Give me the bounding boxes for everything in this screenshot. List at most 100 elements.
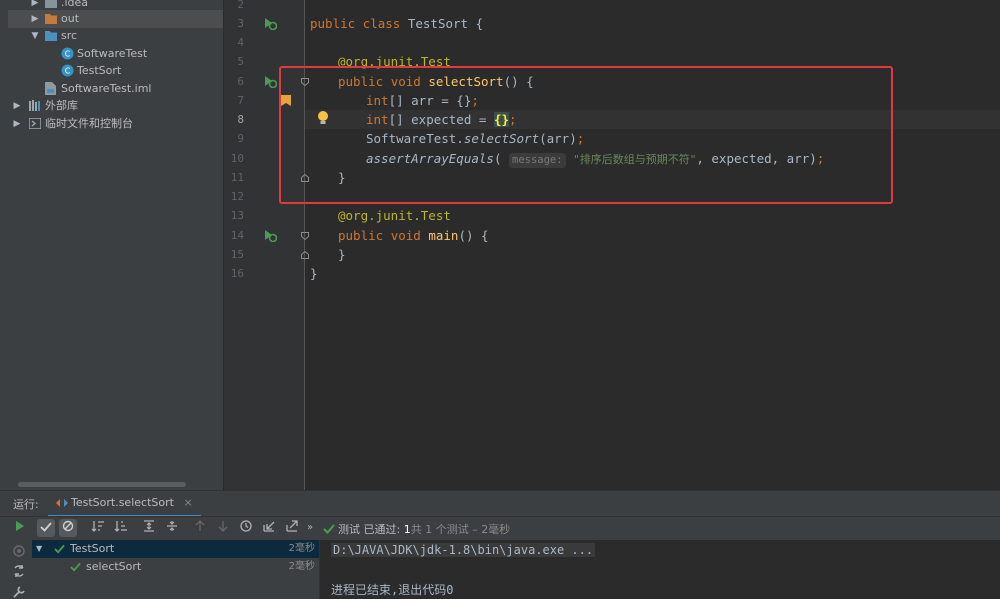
- run-test-icon[interactable]: [263, 16, 277, 30]
- line-number: 3: [237, 17, 244, 30]
- import-icon: [263, 521, 275, 532]
- svg-text:C: C: [65, 50, 71, 59]
- sort-alphabetically-button[interactable]: [89, 519, 107, 537]
- tree-item-iml[interactable]: SoftwareTest.iml: [8, 80, 223, 98]
- previous-failed-button[interactable]: [191, 519, 209, 537]
- line-number: 9: [237, 132, 244, 145]
- collapse-all-button[interactable]: [163, 519, 181, 537]
- module-file-icon: [45, 82, 56, 95]
- test-results-tree: ▼ TestSort 2毫秒 selectSort 2毫秒: [32, 540, 320, 599]
- console-command-line: D:\JAVA\JDK\jdk-1.8\bin\java.exe ...: [331, 543, 596, 557]
- import-tests-button[interactable]: [260, 519, 278, 537]
- show-passed-toggle[interactable]: [37, 519, 55, 537]
- expand-all-button[interactable]: [140, 519, 158, 537]
- run-tab[interactable]: TestSort.selectSort ×: [48, 491, 201, 517]
- java-class-icon: C: [61, 64, 74, 77]
- chevron-right-icon[interactable]: ▶: [12, 97, 22, 115]
- check-icon: [70, 562, 81, 572]
- console-output[interactable]: D:\JAVA\JDK\jdk-1.8\bin\java.exe ... 进程已…: [320, 540, 1000, 599]
- close-icon[interactable]: ×: [183, 496, 192, 509]
- check-icon: [40, 522, 52, 532]
- chevron-down-icon[interactable]: ▼: [36, 540, 42, 558]
- export-tests-button[interactable]: [283, 519, 301, 537]
- tree-item-scratches[interactable]: ▶ 临时文件和控制台: [8, 115, 223, 133]
- arrow-down-icon: [218, 521, 228, 532]
- svg-text:C: C: [65, 67, 71, 76]
- check-icon: [323, 524, 335, 534]
- wrench-icon[interactable]: [12, 585, 26, 599]
- tree-item-softwaretest[interactable]: C SoftwareTest: [8, 45, 223, 63]
- chevron-right-icon[interactable]: ▶: [12, 115, 22, 133]
- tree-item-testsort[interactable]: C TestSort: [8, 62, 223, 80]
- code-line-16: }: [310, 266, 318, 281]
- run-toolbar: » 测试 已通过: 1共 1 个测试 – 2毫秒: [0, 516, 1000, 539]
- chevron-down-icon[interactable]: ▼: [30, 27, 40, 45]
- tree-item-external-libraries[interactable]: ▶ 外部库: [8, 97, 223, 115]
- line-number: 11: [230, 171, 244, 184]
- folder-icon: [45, 14, 57, 24]
- run-test-icon[interactable]: [263, 228, 277, 242]
- line-number: 12: [230, 190, 244, 203]
- chevron-right-icon[interactable]: ▶: [30, 10, 40, 28]
- line-number: 2: [237, 0, 244, 11]
- play-icon: [16, 521, 24, 531]
- line-number: 5: [237, 55, 244, 68]
- history-button[interactable]: [237, 519, 255, 537]
- tree-item-src[interactable]: ▼ src: [8, 27, 223, 45]
- java-class-icon: C: [61, 47, 74, 60]
- library-icon: [29, 100, 40, 111]
- line-number: 13: [230, 209, 244, 222]
- check-icon: [54, 544, 65, 554]
- source-folder-icon: [45, 31, 57, 41]
- test-name: TestSort: [70, 542, 115, 555]
- tree-item-label: SoftwareTest.iml: [61, 82, 152, 95]
- run-tool-window: 运行: TestSort.selectSort × » 测试 已通过: 1共 1…: [0, 490, 1000, 599]
- tree-item-label: 外部库: [45, 99, 78, 112]
- tree-item-label: 临时文件和控制台: [45, 117, 133, 130]
- line-number: 10: [230, 152, 244, 165]
- line-number: 16: [230, 267, 244, 280]
- run-title: 运行:: [13, 498, 39, 511]
- run-header: 运行: TestSort.selectSort ×: [0, 491, 1000, 517]
- folder-icon: [45, 0, 57, 8]
- line-number: 6: [237, 75, 244, 88]
- more-actions-icon[interactable]: »: [304, 519, 316, 537]
- expand-all-icon: [144, 520, 154, 532]
- next-failed-button[interactable]: [214, 519, 232, 537]
- tree-item-out[interactable]: ▶ out: [8, 10, 223, 28]
- test-status-text: 测试 已通过: 1共 1 个测试 – 2毫秒: [338, 523, 511, 536]
- line-number: 15: [230, 248, 244, 261]
- camera-icon[interactable]: [12, 544, 26, 558]
- scratches-icon: [29, 118, 41, 129]
- clock-icon: [240, 520, 252, 532]
- tree-item-label: out: [61, 12, 80, 25]
- code-line-13: @org.junit.Test: [338, 208, 451, 223]
- line-number: 8: [237, 113, 244, 126]
- tree-item-label: src: [61, 29, 78, 42]
- sort-by-duration-button[interactable]: [112, 519, 130, 537]
- run-config-icon: [56, 499, 68, 507]
- fold-marker-icon[interactable]: [301, 232, 309, 240]
- console-exit-line: 进程已结束,退出代码0: [331, 583, 454, 597]
- run-test-icon[interactable]: [263, 74, 277, 88]
- tree-item-label: SoftwareTest: [77, 47, 148, 60]
- code-line-15: }: [338, 247, 346, 262]
- fold-marker-icon[interactable]: [301, 251, 309, 259]
- run-tab-label: TestSort.selectSort: [71, 496, 174, 509]
- rerun-cycle-icon[interactable]: [12, 564, 26, 578]
- rerun-button[interactable]: [11, 519, 29, 537]
- collapse-all-icon: [167, 521, 177, 531]
- run-side-toolbar: [0, 540, 30, 599]
- test-duration: 2毫秒: [288, 561, 315, 572]
- ignored-icon: [62, 520, 74, 532]
- test-name: selectSort: [86, 560, 142, 573]
- line-number: 14: [230, 229, 244, 242]
- line-number: 7: [237, 94, 244, 107]
- show-ignored-toggle[interactable]: [59, 519, 77, 537]
- horizontal-scrollbar[interactable]: [18, 482, 186, 487]
- test-tree-row[interactable]: selectSort 2毫秒: [32, 558, 319, 576]
- sort-icon: [91, 521, 104, 532]
- highlight-box: [279, 66, 893, 204]
- arrow-up-icon: [195, 520, 205, 531]
- test-tree-row[interactable]: ▼ TestSort 2毫秒: [32, 540, 319, 558]
